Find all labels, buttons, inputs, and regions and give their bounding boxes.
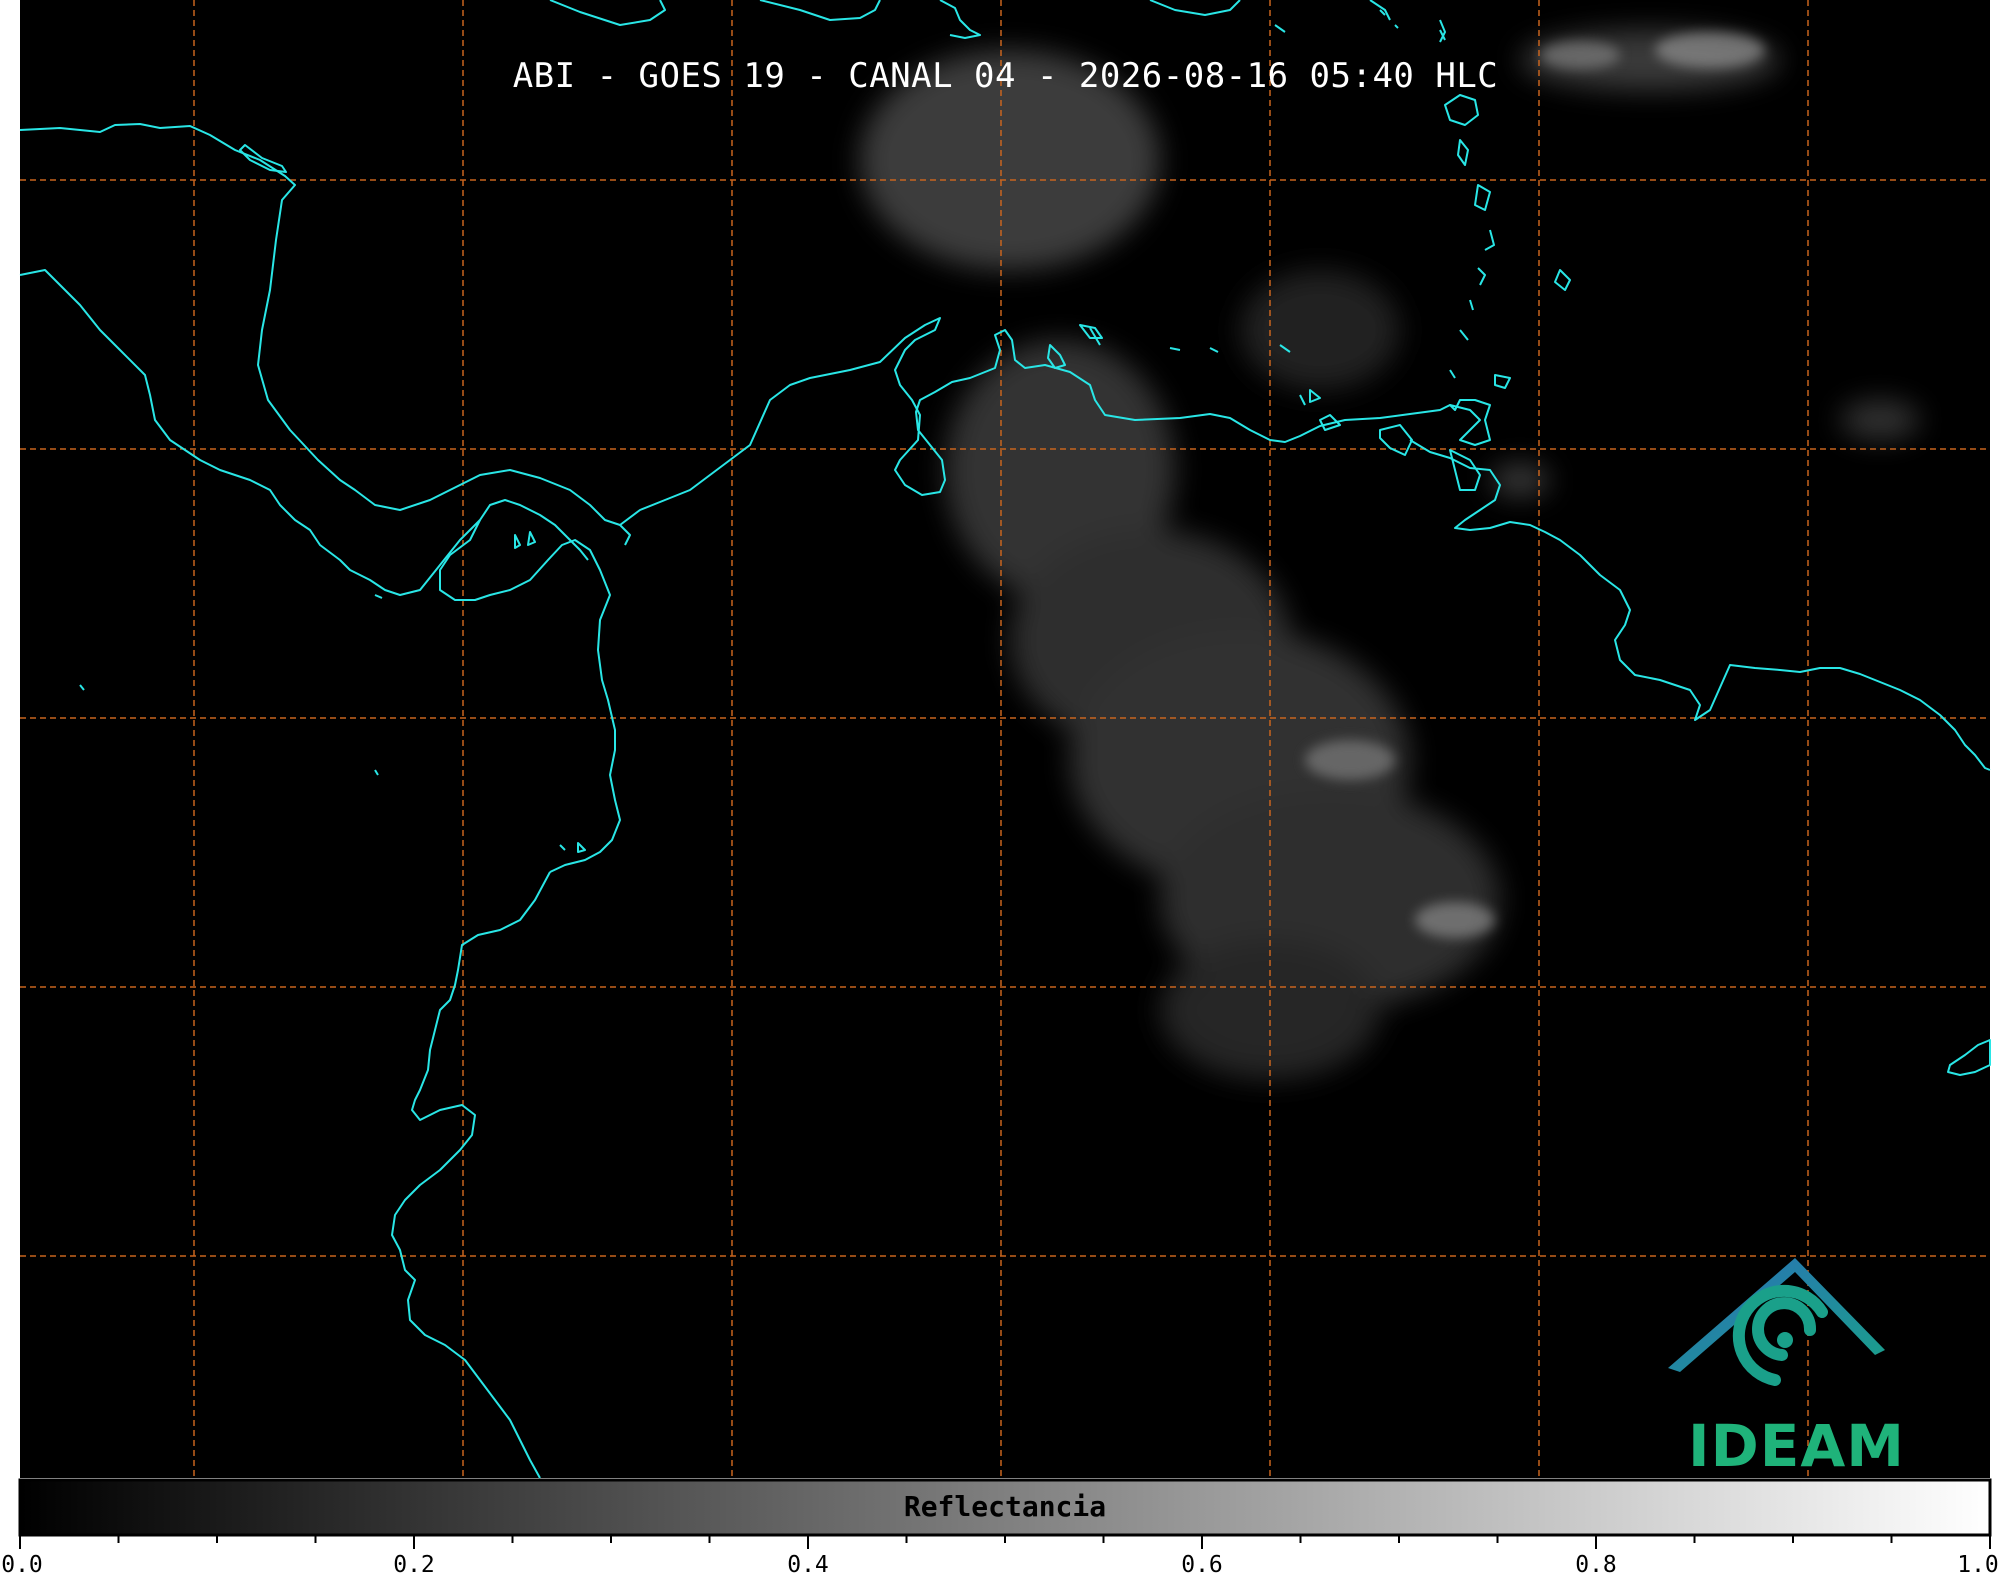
satellite-image-figure: ABI - GOES 19 - CANAL 04 - 2026-08-16 05… xyxy=(0,0,2011,1578)
colorbar-label: Reflectancia xyxy=(903,1490,1107,1523)
satellite-map xyxy=(18,0,1992,1549)
colorbar-tick-label: 0.2 xyxy=(393,1552,435,1578)
colorbar-tick-label: 0.0 xyxy=(1,1552,43,1578)
colorbar-ticks xyxy=(19,1535,1991,1549)
colorbar-tick-label: 0.6 xyxy=(1181,1552,1223,1578)
colorbar-tick-label: 0.4 xyxy=(787,1552,829,1578)
logo-text: IDEAM xyxy=(1688,1412,1905,1480)
image-title: ABI - GOES 19 - CANAL 04 - 2026-08-16 05… xyxy=(512,56,1499,96)
colorbar-tick-label: 0.8 xyxy=(1575,1552,1617,1578)
colorbar-tick-label: 1.0 xyxy=(1957,1552,1999,1578)
